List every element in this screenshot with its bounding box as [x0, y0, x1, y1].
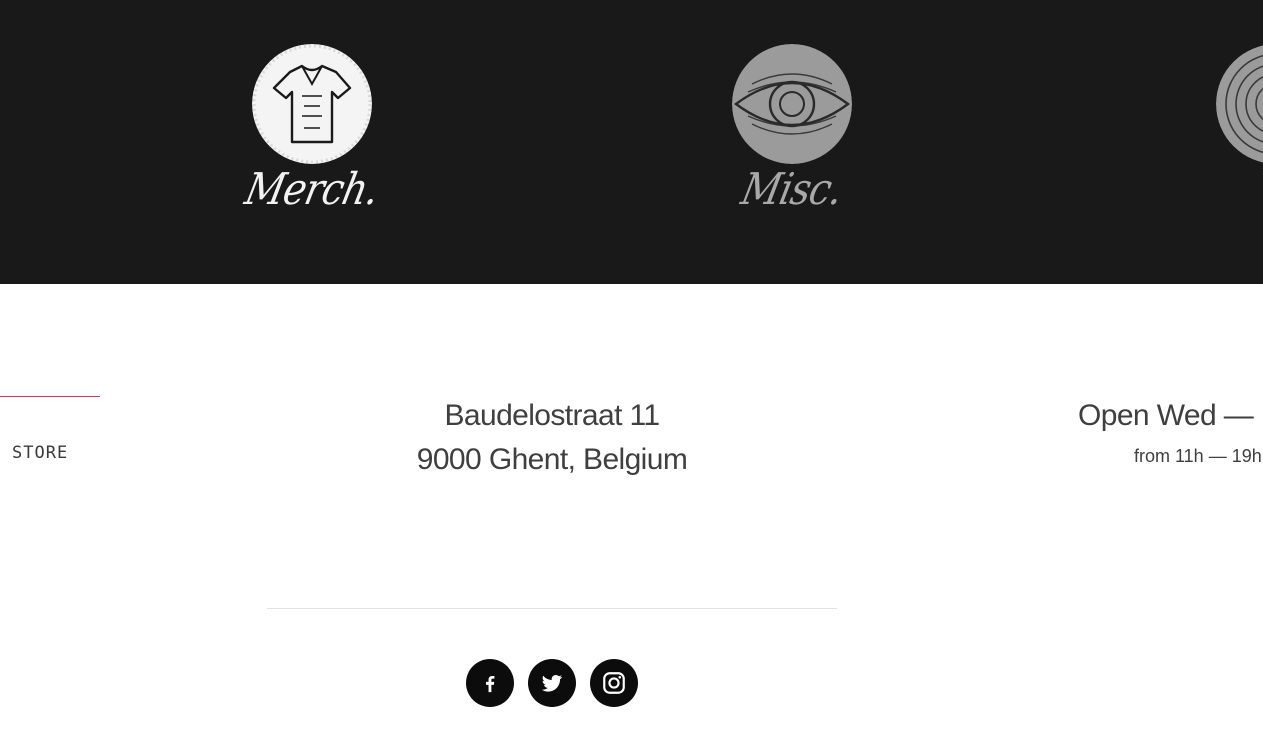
opening-time: from 11h — 19h — [1134, 446, 1262, 466]
store-address: Baudelostraat 11 9000 Ghent, Belgium — [352, 394, 752, 482]
instagram-button[interactable] — [590, 659, 638, 707]
facebook-button[interactable] — [466, 659, 514, 707]
category-merch-label: Merch. — [240, 163, 384, 215]
address-line-2: 9000 Ghent, Belgium — [416, 443, 688, 476]
category-misc[interactable]: Misc. — [722, 44, 862, 244]
category-vinyl-label: Vi — [1252, 163, 1263, 215]
eye-icon — [732, 44, 852, 164]
tshirt-icon — [252, 44, 372, 164]
category-merch[interactable]: Merch. — [241, 44, 383, 244]
twitter-button[interactable] — [528, 659, 576, 707]
store-link[interactable]: STORE — [12, 443, 68, 463]
page: Merch. Misc. Vi STORE Baudelostraat 11 9… — [0, 0, 1263, 755]
footer-divider — [267, 608, 837, 609]
opening-days: Open Wed — — [1078, 399, 1254, 432]
twitter-icon — [541, 674, 562, 692]
category-misc-label: Misc. — [737, 163, 847, 215]
accent-divider — [0, 396, 100, 397]
facebook-icon — [486, 675, 495, 693]
social-links — [466, 659, 638, 707]
category-strip: Merch. Misc. Vi — [0, 0, 1263, 284]
category-vinyl[interactable]: Vi — [1206, 44, 1263, 244]
instagram-icon — [603, 672, 625, 694]
address-line-1: Baudelostraat 11 — [444, 399, 660, 432]
vinyl-icon — [1216, 44, 1263, 164]
